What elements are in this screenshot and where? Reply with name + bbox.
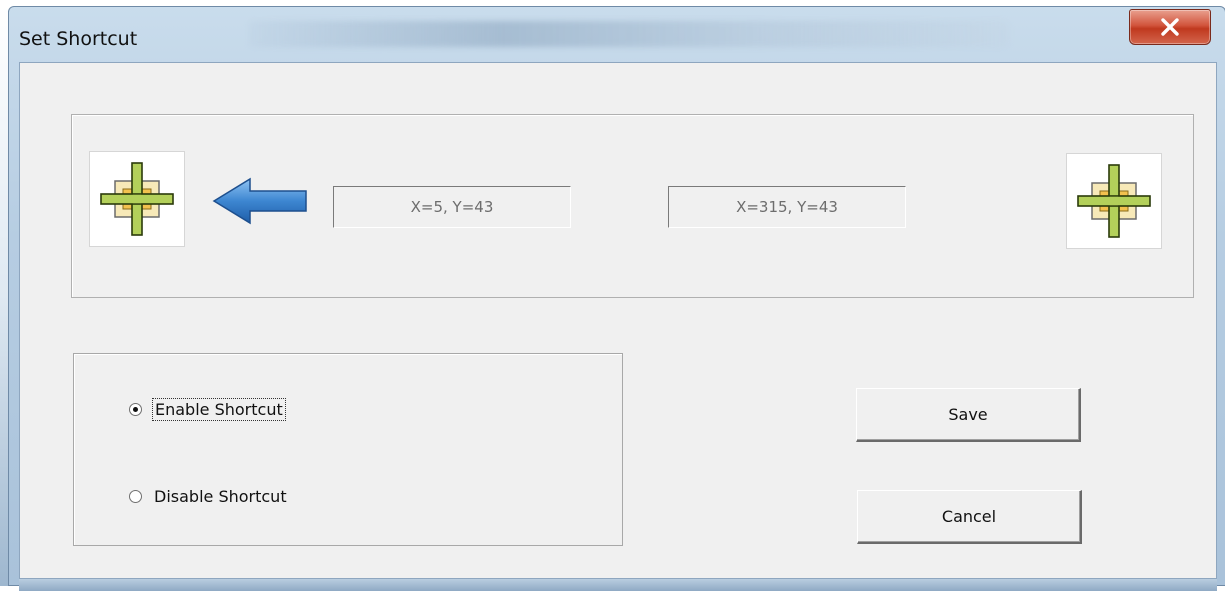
dialog-client-area: X=5, Y=43 X=315, Y=43 Enable Shortcut Di… (19, 62, 1217, 579)
title-bar-blurred-background (249, 21, 1009, 47)
cancel-button[interactable]: Cancel (857, 490, 1082, 544)
save-button[interactable]: Save (856, 388, 1081, 442)
enable-shortcut-label: Enable Shortcut (152, 398, 286, 421)
arrow-left-icon (212, 177, 307, 225)
left-target-picker[interactable] (89, 151, 185, 247)
disable-shortcut-label: Disable Shortcut (154, 487, 287, 506)
radio-checked-icon[interactable] (129, 403, 142, 416)
shortcut-options-group: Enable Shortcut Disable Shortcut (73, 353, 623, 546)
right-target-picker[interactable] (1066, 153, 1162, 249)
enable-shortcut-radio[interactable]: Enable Shortcut (129, 398, 286, 421)
window-bottom-border (19, 579, 1217, 591)
crosshair-target-icon (1077, 164, 1151, 238)
radio-unchecked-icon[interactable] (129, 490, 142, 503)
end-coordinate-field: X=315, Y=43 (668, 186, 906, 228)
disable-shortcut-radio[interactable]: Disable Shortcut (129, 487, 287, 506)
crosshair-target-icon (100, 162, 174, 236)
start-coordinate-field: X=5, Y=43 (333, 186, 571, 228)
window-title: Set Shortcut (19, 28, 138, 50)
title-bar[interactable]: Set Shortcut (9, 7, 1225, 61)
set-shortcut-dialog: Set Shortcut X=5, Y=43 X=315, Y=43 Enabl… (8, 6, 1225, 591)
close-button[interactable] (1129, 9, 1211, 45)
close-x-icon (1161, 18, 1179, 36)
coordinates-group: X=5, Y=43 X=315, Y=43 (71, 114, 1194, 298)
